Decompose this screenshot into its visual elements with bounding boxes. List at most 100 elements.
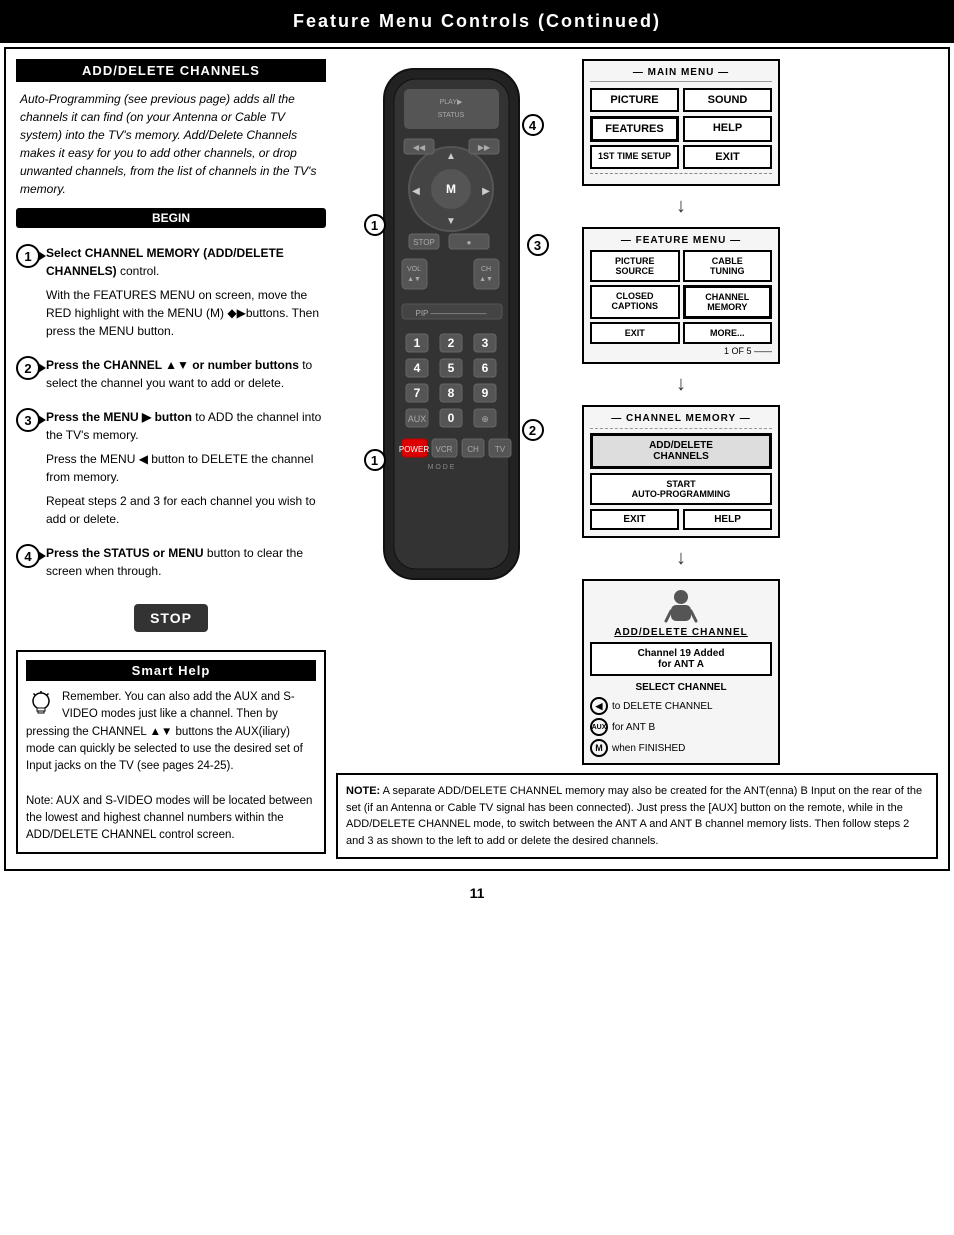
main-menu-title: — MAIN MENU —	[590, 67, 772, 82]
select-channel-text: SELECT CHANNEL	[590, 682, 772, 693]
remote-image: PLAY▶ STATUS M ▲ ▼ ◀ ▶	[354, 59, 549, 589]
main-menu-screen: — MAIN MENU — PICTURE SOUND FEATURES HEL…	[582, 59, 780, 186]
svg-text:0: 0	[447, 411, 454, 425]
svg-text:▲▼: ▲▼	[479, 276, 493, 283]
remote-step-label-4: 4	[522, 114, 544, 136]
help-btn-channel: HELP	[683, 509, 772, 530]
remote-step-label-1b: 1	[364, 449, 386, 471]
channel-added-box: Channel 19 Addedfor ANT A	[590, 642, 772, 676]
picture-source-btn: PICTURESOURCE	[590, 250, 680, 282]
features-btn: FEATURES	[590, 116, 679, 142]
add-delete-title: ADD/DELETE CHANNEL	[590, 627, 772, 638]
arrow-down-2: ↓	[582, 373, 780, 396]
section-title: ADD/DELETE CHANNELS	[16, 59, 326, 82]
step-2-bold: Press the CHANNEL ▲▼ or number buttons	[46, 358, 299, 372]
step-3-content: Press the MENU ▶ button to ADD the chann…	[46, 408, 326, 534]
remote-step-label-1: 1	[364, 214, 386, 236]
page-number: 11	[0, 875, 954, 911]
svg-text:▲▼: ▲▼	[407, 276, 421, 283]
select-channel-options: ◀ to DELETE CHANNEL AUX for ANT B M when…	[590, 697, 772, 757]
step-2-content: Press the CHANNEL ▲▼ or number buttons t…	[46, 356, 326, 398]
person-icon	[661, 587, 701, 627]
stop-box: STOP	[134, 604, 208, 632]
svg-text:3: 3	[481, 336, 488, 350]
right-panel: PLAY▶ STATUS M ▲ ▼ ◀ ▶	[336, 59, 938, 859]
svg-text:M O D E: M O D E	[427, 464, 454, 471]
sound-btn: SOUND	[683, 88, 772, 112]
svg-text:5: 5	[447, 361, 454, 375]
cable-tuning-btn: CABLETUNING	[683, 250, 773, 282]
delete-icon: ◀	[590, 697, 608, 715]
intro-text: Auto-Programming (see previous page) add…	[16, 90, 326, 198]
screens-column: — MAIN MENU — PICTURE SOUND FEATURES HEL…	[582, 59, 780, 765]
svg-text:CH: CH	[480, 266, 490, 273]
svg-text:PIP ———————: PIP ———————	[415, 309, 486, 318]
svg-text:8: 8	[447, 386, 454, 400]
option-delete: ◀ to DELETE CHANNEL	[590, 697, 772, 715]
help-btn: HELP	[683, 116, 772, 142]
delete-label: to DELETE CHANNEL	[612, 701, 713, 712]
picture-btn: PICTURE	[590, 88, 679, 112]
svg-text:▶▶: ▶▶	[477, 143, 490, 152]
svg-text:VOL: VOL	[406, 266, 420, 273]
step-4-bold: Press the STATUS or MENU	[46, 546, 204, 560]
remote-step-label-3: 3	[527, 234, 549, 256]
remote-area: PLAY▶ STATUS M ▲ ▼ ◀ ▶	[336, 59, 566, 765]
add-delete-screen: ADD/DELETE CHANNEL Channel 19 Addedfor A…	[582, 579, 780, 765]
step-number-4: 4	[16, 544, 40, 568]
channel-memory-title: — CHANNEL MEMORY —	[590, 413, 772, 424]
option-finished: M when FINISHED	[590, 739, 772, 757]
arrow-down-1: ↓	[582, 195, 780, 218]
m-icon: M	[590, 739, 608, 757]
svg-text:⊕: ⊕	[481, 414, 489, 424]
option-ant-b: AUX for ANT B	[590, 718, 772, 736]
step-1-bold: Select CHANNEL MEMORY (ADD/DELETE CHANNE…	[46, 246, 284, 278]
of-label: 1 OF 5 ——	[590, 346, 772, 356]
svg-text:PLAY▶: PLAY▶	[439, 99, 462, 106]
svg-text:7: 7	[413, 386, 420, 400]
svg-text:4: 4	[413, 361, 420, 375]
channel-memory-btn: CHANNELMEMORY	[683, 285, 773, 319]
add-delete-channels-btn: ADD/DELETECHANNELS	[590, 433, 772, 469]
step-3: 3 Press the MENU ▶ button to ADD the cha…	[16, 408, 326, 534]
feature-menu-buttons: PICTURESOURCE CABLETUNING CLOSEDCAPTIONS…	[590, 250, 772, 319]
ant-b-label: for ANT B	[612, 722, 655, 733]
smart-help-title: Smart Help	[26, 660, 316, 681]
lightbulb-icon	[26, 689, 56, 719]
step-4: 4 Press the STATUS or MENU button to cle…	[16, 544, 326, 586]
remote-step-label-2: 2	[522, 419, 544, 441]
svg-text:◀◀: ◀◀	[412, 143, 425, 152]
main-menu-buttons: PICTURE SOUND FEATURES HELP	[590, 88, 772, 142]
channel-memory-exit-row: EXIT HELP	[590, 509, 772, 530]
feature-menu-screen: — FEATURE MENU — PICTURESOURCE CABLETUNI…	[582, 227, 780, 364]
smart-help-section: Smart Help Remember. You can also add th…	[16, 650, 326, 854]
step-number-2: 2	[16, 356, 40, 380]
step-1-content: Select CHANNEL MEMORY (ADD/DELETE CHANNE…	[46, 244, 326, 346]
exit-btn-channel: EXIT	[590, 509, 679, 530]
exit-btn-main: EXIT	[683, 145, 772, 169]
step-3-bold: Press the MENU ▶ button	[46, 410, 192, 424]
aux-icon: AUX	[590, 718, 608, 736]
svg-text:CH: CH	[467, 445, 479, 454]
svg-text:1: 1	[413, 336, 420, 350]
smart-help-content: Remember. You can also add the AUX and S…	[26, 689, 316, 844]
more-btn: MORE...	[683, 322, 773, 344]
1st-time-setup-btn: 1ST TIME SETUP	[590, 145, 679, 169]
arrow-down-3: ↓	[582, 547, 780, 570]
channel-memory-screen: — CHANNEL MEMORY — ADD/DELETECHANNELS ST…	[582, 405, 780, 538]
step-number-3: 3	[16, 408, 40, 432]
step-number-1: 1	[16, 244, 40, 268]
svg-text:▲: ▲	[446, 151, 456, 162]
note-box: NOTE: A separate ADD/DELETE CHANNEL memo…	[336, 773, 938, 859]
exit-btn-feature: EXIT	[590, 322, 680, 344]
left-panel: ADD/DELETE CHANNELS Auto-Programming (se…	[16, 59, 326, 859]
svg-text:POWER: POWER	[398, 445, 428, 454]
start-auto-programming-btn: STARTAUTO-PROGRAMMING	[590, 473, 772, 505]
feature-menu-title: — FEATURE MENU —	[590, 235, 772, 246]
svg-text:6: 6	[481, 361, 488, 375]
svg-text:◀: ◀	[412, 186, 420, 197]
svg-text:TV: TV	[494, 445, 505, 454]
svg-text:▼: ▼	[446, 216, 456, 227]
closed-captions-btn: CLOSEDCAPTIONS	[590, 285, 680, 319]
step-2: 2 Press the CHANNEL ▲▼ or number buttons…	[16, 356, 326, 398]
